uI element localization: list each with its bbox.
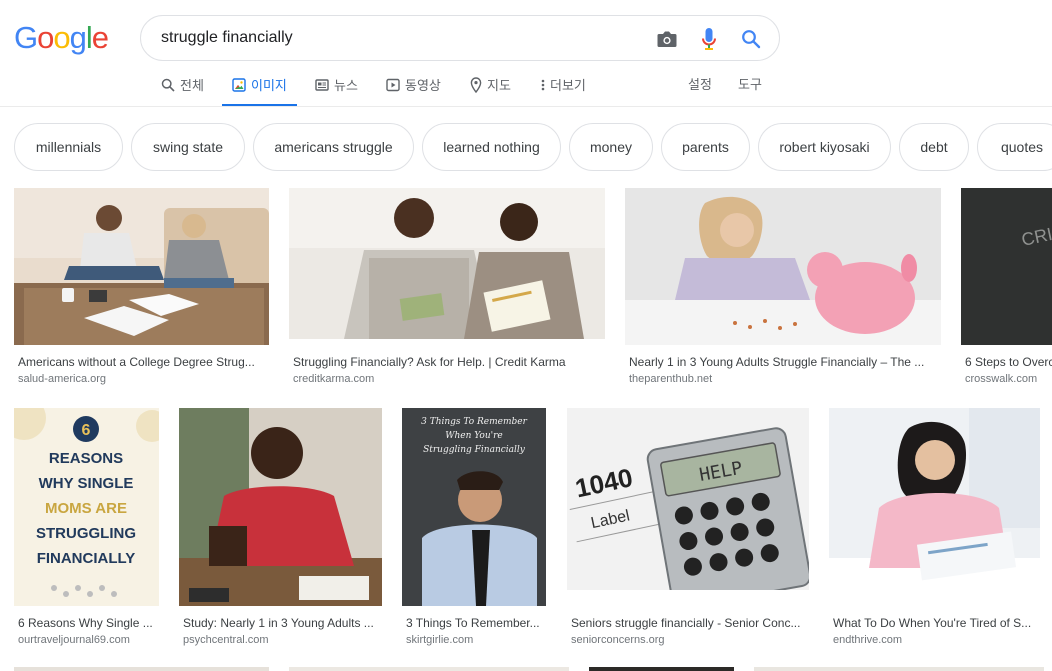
tab-label: 전체 — [180, 78, 204, 93]
search-icon — [161, 78, 175, 92]
result-title[interactable]: 6 Steps to Overc — [965, 355, 1052, 369]
chip-parents[interactable]: parents — [661, 123, 750, 171]
tab-all[interactable]: 전체 — [161, 62, 204, 107]
image-result-partial[interactable] — [589, 667, 734, 671]
image-result-partial[interactable] — [754, 667, 1044, 671]
result-thumbnail[interactable] — [625, 188, 941, 345]
result-thumbnail[interactable]: CRIS — [961, 188, 1052, 345]
chip-learned-nothing[interactable]: learned nothing — [422, 123, 561, 171]
tools-link[interactable]: 도구 — [738, 62, 762, 107]
result-title[interactable]: Struggling Financially? Ask for Help. | … — [293, 355, 605, 369]
tab-videos[interactable]: 동영상 — [386, 62, 441, 107]
search-box — [140, 15, 780, 61]
tab-maps[interactable]: 지도 — [470, 62, 511, 107]
result-source[interactable]: theparenthub.net — [629, 373, 939, 385]
logo-letter: g — [69, 20, 87, 55]
result-thumbnail[interactable]: 3 Things To Remember When You're Struggl… — [402, 408, 546, 606]
image-result[interactable]: Study: Nearly 1 in 3 Young Adults ... ps… — [179, 408, 383, 653]
result-title[interactable]: Seniors struggle financially - Senior Co… — [571, 616, 811, 630]
tab-label: 더보기 — [550, 78, 586, 93]
video-icon — [386, 78, 400, 92]
logo-letter: e — [91, 20, 109, 55]
result-source[interactable]: skirtgirlie.com — [406, 634, 548, 646]
result-source[interactable]: creditkarma.com — [293, 373, 605, 385]
logo-letter: o — [53, 20, 70, 55]
result-thumbnail[interactable]: 6 REASONS WHY SINGLE MOMS ARE STRUGGLING… — [14, 408, 159, 606]
result-source[interactable]: crosswalk.com — [965, 373, 1052, 385]
google-logo[interactable]: Google — [14, 20, 109, 56]
tab-images[interactable]: 이미지 — [222, 62, 297, 107]
result-title[interactable]: Nearly 1 in 3 Young Adults Struggle Fina… — [629, 355, 939, 369]
image-icon — [232, 77, 246, 92]
image-result[interactable]: What To Do When You're Tired of S... end… — [829, 408, 1042, 653]
result-title[interactable]: Study: Nearly 1 in 3 Young Adults ... — [183, 616, 383, 630]
tab-news[interactable]: 뉴스 — [315, 62, 358, 107]
image-text: FINANCIALLY — [37, 550, 136, 567]
logo-letter: G — [14, 20, 38, 55]
image-result[interactable]: Americans without a College Degree Strug… — [14, 188, 270, 388]
tab-label: 지도 — [487, 78, 511, 93]
search-icon[interactable] — [739, 27, 763, 51]
result-title[interactable]: What To Do When You're Tired of S... — [833, 616, 1039, 630]
chip-robert-kiyosaki[interactable]: robert kiyosaki — [758, 123, 891, 171]
image-result[interactable]: 3 Things To Remember When You're Struggl… — [402, 408, 548, 653]
tab-label: 동영상 — [405, 78, 441, 93]
result-title[interactable]: 6 Reasons Why Single ... — [18, 616, 160, 630]
result-source[interactable]: salud-america.org — [18, 373, 270, 385]
chip-quotes[interactable]: quotes — [977, 123, 1052, 171]
logo-letter: o — [37, 20, 54, 55]
image-text: REASONS — [49, 450, 123, 467]
camera-icon[interactable] — [655, 27, 679, 51]
image-result[interactable]: 1040 Label HELP Seniors struggle financi… — [567, 408, 811, 653]
chip-americans-struggle[interactable]: americans struggle — [253, 123, 414, 171]
image-text: STRUGGLING — [36, 525, 136, 542]
result-thumbnail[interactable] — [179, 408, 382, 606]
image-text: 3 Things To Remember — [421, 417, 527, 427]
header-divider — [0, 106, 1052, 107]
mic-icon[interactable] — [697, 27, 721, 51]
image-text: WHY SINGLE — [39, 475, 134, 492]
more-vert-icon — [541, 78, 545, 92]
image-text: When You're — [445, 431, 503, 441]
image-text: Struggling Financially — [423, 445, 526, 455]
search-input[interactable] — [161, 16, 641, 60]
result-thumbnail[interactable] — [289, 188, 605, 339]
map-pin-icon — [470, 76, 482, 93]
image-text: MOMS ARE — [45, 500, 127, 517]
related-chips: millennials swing state americans strugg… — [14, 123, 1052, 171]
chip-millennials[interactable]: millennials — [14, 123, 123, 171]
tab-label: 이미지 — [251, 78, 287, 93]
image-result-partial[interactable] — [14, 667, 269, 671]
result-source[interactable]: ourtraveljournal69.com — [18, 634, 160, 646]
image-result[interactable]: CRIS 6 Steps to Overc crosswalk.com — [961, 188, 1052, 388]
tab-more[interactable]: 더보기 — [541, 62, 586, 107]
image-result[interactable]: Nearly 1 in 3 Young Adults Struggle Fina… — [625, 188, 943, 388]
image-result[interactable]: 6 REASONS WHY SINGLE MOMS ARE STRUGGLING… — [14, 408, 160, 653]
result-thumbnail[interactable]: 1040 Label HELP — [567, 408, 809, 590]
image-text: 6 — [82, 422, 91, 439]
result-thumbnail[interactable] — [14, 188, 269, 345]
chip-money[interactable]: money — [569, 123, 653, 171]
result-source[interactable]: endthrive.com — [833, 634, 1039, 646]
news-icon — [315, 78, 329, 92]
image-result-partial[interactable] — [289, 667, 569, 671]
result-source[interactable]: psychcentral.com — [183, 634, 383, 646]
chip-swing-state[interactable]: swing state — [131, 123, 245, 171]
search-tabs: 전체 이미지 뉴스 동영상 지도 더보기 설정 도구 — [140, 62, 1052, 107]
settings-link[interactable]: 설정 — [688, 62, 712, 107]
chip-debt[interactable]: debt — [899, 123, 969, 171]
image-result[interactable]: Struggling Financially? Ask for Help. | … — [289, 188, 607, 388]
result-title[interactable]: 3 Things To Remember... — [406, 616, 548, 630]
result-title[interactable]: Americans without a College Degree Strug… — [18, 355, 270, 369]
result-thumbnail[interactable] — [829, 408, 1040, 598]
tab-label: 뉴스 — [334, 78, 358, 93]
result-source[interactable]: seniorconcerns.org — [571, 634, 811, 646]
